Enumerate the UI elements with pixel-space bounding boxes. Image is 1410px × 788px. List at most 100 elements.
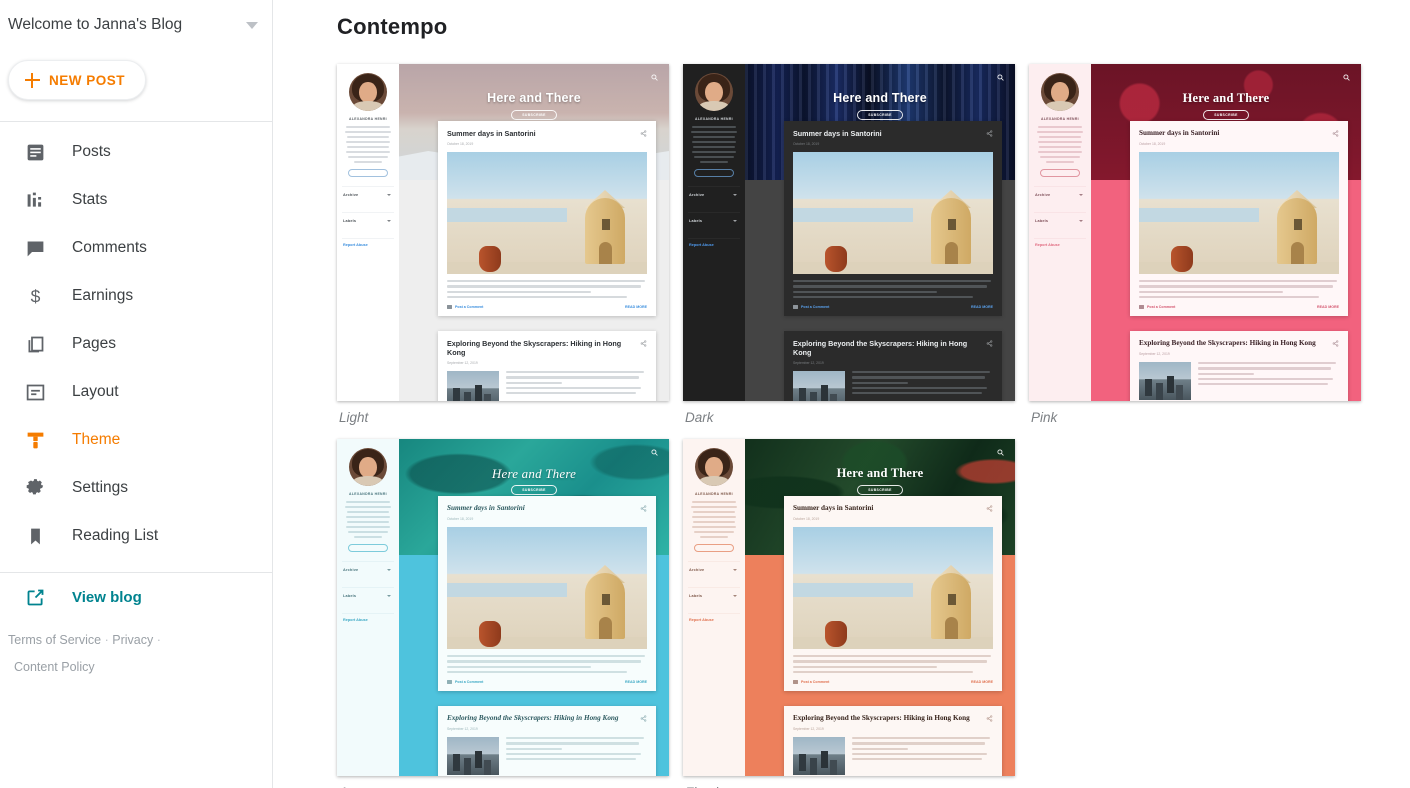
sidebar-item-layout[interactable]: Layout	[0, 368, 272, 416]
settings-icon	[24, 477, 46, 499]
preview-read-more-label[interactable]: READ MORE	[625, 680, 647, 684]
preview-archive-accordion[interactable]: Archive	[688, 187, 740, 203]
preview-comment-label[interactable]: Post a Comment	[455, 305, 483, 309]
blog-preview: ALEXANDRA HENRI Archive Labels Report Ab…	[337, 64, 669, 401]
share-icon[interactable]	[986, 340, 993, 347]
preview-archive-accordion[interactable]: Archive	[1034, 187, 1086, 203]
sidebar-item-stats[interactable]: Stats	[0, 176, 272, 224]
preview-author-name: ALEXANDRA HENRI	[695, 117, 733, 121]
theme-thumbnail[interactable]: ALEXANDRA HENRI Archive Labels Report Ab…	[1029, 64, 1361, 401]
preview-archive-accordion[interactable]: Archive	[342, 187, 394, 203]
preview-post-card-2[interactable]: Exploring Beyond the Skyscrapers: Hiking…	[438, 331, 656, 401]
preview-body: Here and There SUBSCRIBE Summer days in …	[745, 64, 1015, 401]
share-icon[interactable]	[986, 715, 993, 722]
preview-comment-label[interactable]: Post a Comment	[1147, 305, 1175, 309]
preview-bio	[1034, 126, 1086, 164]
preview-post-date: October 18, 2019	[793, 517, 820, 521]
sidebar-item-pages[interactable]: Pages	[0, 320, 272, 368]
preview-archive-accordion[interactable]: Archive	[688, 562, 740, 578]
sidebar-item-earnings[interactable]: $ Earnings	[0, 272, 272, 320]
theme-variant-label: Dark	[685, 410, 714, 425]
share-icon[interactable]	[640, 340, 647, 347]
preview-subscribe-button[interactable]: SUBSCRIBE	[857, 485, 903, 495]
preview-labels-accordion[interactable]: Labels	[342, 588, 394, 604]
privacy-link[interactable]: Privacy	[112, 633, 153, 647]
preview-report-abuse-link[interactable]: Report Abuse	[342, 239, 394, 251]
preview-post-card-2[interactable]: Exploring Beyond the Skyscrapers: Hiking…	[784, 706, 1002, 776]
preview-post-card-2[interactable]: Exploring Beyond the Skyscrapers: Hiking…	[1130, 331, 1348, 401]
preview-labels-accordion[interactable]: Labels	[342, 213, 394, 229]
preview-subscribe-button[interactable]: SUBSCRIBE	[511, 485, 557, 495]
theme-thumbnail[interactable]: ALEXANDRA HENRI Archive Labels Report Ab…	[337, 64, 669, 401]
preview-sidebar: ALEXANDRA HENRI Archive Labels Report Ab…	[1029, 64, 1091, 401]
search-icon[interactable]	[651, 449, 658, 456]
preview-report-abuse-link[interactable]: Report Abuse	[342, 614, 394, 626]
view-blog-label: View blog	[72, 588, 142, 606]
view-blog-link[interactable]: View blog	[0, 573, 272, 621]
preview-rule-3	[688, 613, 740, 615]
preview-learn-more-button[interactable]	[348, 544, 388, 553]
preview-post-date: September 12, 2019	[793, 727, 824, 731]
sidebar-item-posts[interactable]: Posts	[0, 128, 272, 176]
preview-post-card-1[interactable]: Summer days in Santorini October 18, 201…	[1130, 121, 1348, 317]
search-icon[interactable]	[997, 449, 1004, 456]
theme-thumbnail[interactable]: ALEXANDRA HENRI Archive Labels Report Ab…	[683, 439, 1015, 776]
preview-post-card-2[interactable]: Exploring Beyond the Skyscrapers: Hiking…	[438, 706, 656, 776]
preview-subscribe-button[interactable]: SUBSCRIBE	[511, 110, 557, 120]
preview-post-card-1[interactable]: Summer days in Santorini October 18, 201…	[438, 496, 656, 692]
theme-thumbnail[interactable]: ALEXANDRA HENRI Archive Labels Report Ab…	[337, 439, 669, 776]
preview-body: Here and There SUBSCRIBE Summer days in …	[745, 439, 1015, 776]
share-icon[interactable]	[640, 715, 647, 722]
share-icon[interactable]	[986, 130, 993, 137]
preview-read-more-label[interactable]: READ MORE	[625, 305, 647, 309]
preview-report-abuse-link[interactable]: Report Abuse	[1034, 239, 1086, 251]
terms-of-service-link[interactable]: Terms of Service	[8, 633, 101, 647]
preview-subscribe-button[interactable]: SUBSCRIBE	[857, 110, 903, 120]
preview-comment-label[interactable]: Post a Comment	[455, 680, 483, 684]
preview-comment-label[interactable]: Post a Comment	[801, 305, 829, 309]
preview-read-more-label[interactable]: READ MORE	[1317, 305, 1339, 309]
preview-learn-more-button[interactable]	[694, 544, 734, 553]
preview-post-date: September 12, 2019	[447, 727, 478, 731]
preview-learn-more-button[interactable]	[1040, 169, 1080, 178]
new-post-button[interactable]: NEW POST	[8, 60, 147, 100]
preview-report-abuse-link[interactable]: Report Abuse	[688, 239, 740, 251]
share-icon[interactable]	[1332, 340, 1339, 347]
preview-learn-more-button[interactable]	[348, 169, 388, 178]
page-title: Contempo	[337, 14, 448, 39]
blog-selector[interactable]: Welcome to Janna's Blog	[0, 4, 272, 46]
sidebar-item-settings[interactable]: Settings	[0, 464, 272, 512]
preview-report-abuse-link[interactable]: Report Abuse	[688, 614, 740, 626]
search-icon[interactable]	[651, 74, 658, 81]
sidebar-item-theme[interactable]: Theme	[0, 416, 272, 464]
content-policy-link[interactable]: Content Policy	[8, 654, 272, 681]
preview-subscribe-button[interactable]: SUBSCRIBE	[1203, 110, 1249, 120]
preview-post-image	[447, 527, 647, 649]
preview-post-card-2[interactable]: Exploring Beyond the Skyscrapers: Hiking…	[784, 331, 1002, 401]
search-icon[interactable]	[997, 74, 1004, 81]
theme-variant-aqua: ALEXANDRA HENRI Archive Labels Report Ab…	[337, 439, 669, 788]
sidebar-item-comments[interactable]: Comments	[0, 224, 272, 272]
share-icon[interactable]	[1332, 130, 1339, 137]
preview-post-card-1[interactable]: Summer days in Santorini October 18, 201…	[784, 121, 1002, 317]
share-icon[interactable]	[640, 130, 647, 137]
sidebar-item-reading-list[interactable]: Reading List	[0, 512, 272, 560]
preview-labels-accordion[interactable]: Labels	[1034, 213, 1086, 229]
search-icon[interactable]	[1343, 74, 1350, 81]
preview-learn-more-button[interactable]	[694, 169, 734, 178]
share-icon[interactable]	[640, 505, 647, 512]
preview-read-more-label[interactable]: READ MORE	[971, 680, 993, 684]
theme-thumbnail[interactable]: ALEXANDRA HENRI Archive Labels Report Ab…	[683, 64, 1015, 401]
preview-post-card-1[interactable]: Summer days in Santorini October 18, 201…	[784, 496, 1002, 692]
preview-rule-2	[342, 587, 394, 589]
preview-post-card-1[interactable]: Summer days in Santorini October 18, 201…	[438, 121, 656, 317]
preview-labels-accordion[interactable]: Labels	[688, 213, 740, 229]
preview-read-more-label[interactable]: READ MORE	[971, 305, 993, 309]
preview-labels-accordion[interactable]: Labels	[688, 588, 740, 604]
preview-archive-accordion[interactable]: Archive	[342, 562, 394, 578]
external-link-icon	[24, 586, 46, 608]
chevron-down-icon[interactable]	[246, 21, 258, 29]
share-icon[interactable]	[986, 505, 993, 512]
sidebar-nav: Posts Stats Comments $ Earnings Pages La…	[0, 122, 272, 560]
preview-comment-label[interactable]: Post a Comment	[801, 680, 829, 684]
